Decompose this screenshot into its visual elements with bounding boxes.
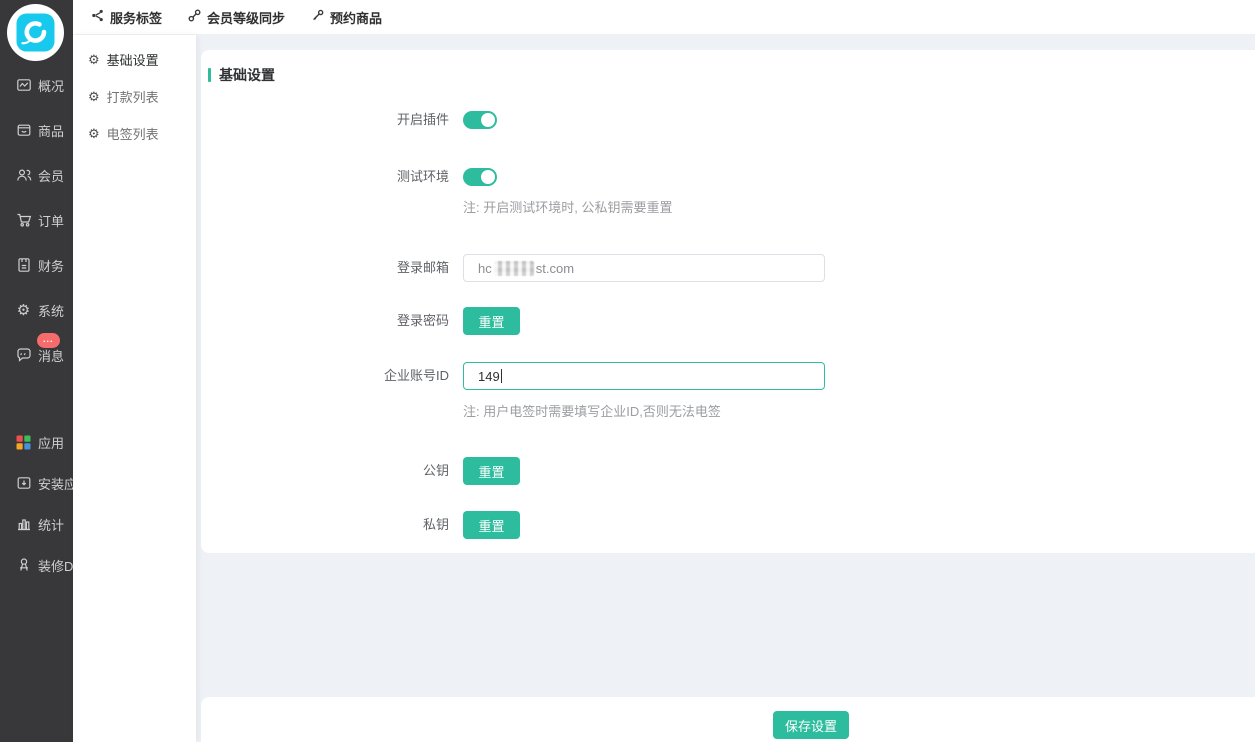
subsidebar-item-label: 打款列表 — [107, 87, 159, 106]
corp-id-label: 企业账号ID — [201, 362, 463, 420]
install-app-icon — [15, 475, 32, 492]
tab-reserved-goods[interactable]: 预约商品 — [311, 8, 382, 27]
members-icon — [15, 167, 32, 184]
message-icon — [15, 347, 32, 364]
subsidebar-item-esign-list[interactable]: ⚙ 电签列表 — [73, 123, 196, 143]
tab-member-level-sync[interactable]: 会员等级同步 — [188, 8, 285, 27]
finance-icon — [15, 257, 32, 274]
right-column: 服务标签 会员等级同步 预约商品 — [73, 0, 1255, 742]
password-reset-button[interactable]: 重置 — [463, 307, 520, 335]
sidebar-item-overview[interactable]: 概况 — [0, 75, 73, 95]
subsidebar-item-label: 基础设置 — [107, 50, 159, 69]
text-caret — [501, 369, 502, 383]
tab-label: 预约商品 — [330, 8, 382, 27]
corp-id-input[interactable]: 149 — [463, 362, 825, 390]
sidebar-item-orders[interactable]: 订单 — [0, 210, 73, 230]
form-row-private-key: 私钥 重置 — [201, 511, 1255, 539]
accent-bar — [208, 68, 211, 82]
password-label: 登录密码 — [201, 307, 463, 335]
email-value-prefix: hc — [478, 261, 492, 276]
sidebar-item-messages[interactable]: 消息 ... — [0, 345, 73, 365]
empty-spacer — [196, 553, 1255, 697]
email-input[interactable]: hc st.com — [463, 254, 825, 282]
sidebar-item-label: 财务 — [38, 256, 64, 275]
email-value-suffix: st.com — [536, 261, 574, 276]
share-icon — [91, 9, 104, 25]
test-env-toggle[interactable] — [463, 168, 497, 186]
public-key-reset-button[interactable]: 重置 — [463, 457, 520, 485]
sidebar-item-system[interactable]: ⚙ 系统 — [0, 300, 73, 320]
sidebar-item-install-apps[interactable]: 安装应用 — [0, 473, 73, 493]
form-row-test-env: 测试环境 注: 开启测试环境时, 公私钥需要重置 — [201, 168, 1255, 216]
tab-service-tags[interactable]: 服务标签 — [91, 8, 162, 27]
overview-icon — [15, 77, 32, 94]
gear-icon: ⚙ — [88, 127, 100, 140]
primary-sidebar: 概况 商品 会员 — [0, 0, 73, 742]
subsidebar-item-payment-list[interactable]: ⚙ 打款列表 — [73, 86, 196, 106]
goods-icon — [15, 122, 32, 139]
save-settings-button[interactable]: 保存设置 — [773, 711, 849, 739]
sidebar-item-finance[interactable]: 财务 — [0, 255, 73, 275]
form-row-plugin: 开启插件 — [201, 111, 1255, 129]
toggle-knob — [481, 113, 495, 127]
sidebar-item-label: 会员 — [38, 166, 64, 185]
sidebar-item-label: 消息 — [38, 346, 64, 365]
sidebar-item-statistics[interactable]: 统计 — [0, 514, 73, 534]
main-panel: 基础设置 开启插件 测试环境 注: 开启测试环境时 — [196, 35, 1255, 742]
diy-icon — [15, 557, 32, 574]
content-row: ⚙ 基础设置 ⚙ 打款列表 ⚙ 电签列表 基础设置 — [73, 35, 1255, 742]
top-tab-bar: 服务标签 会员等级同步 预约商品 — [73, 0, 1255, 35]
sidebar-item-label: 系统 — [38, 301, 64, 320]
sidebar-item-decorate-diy[interactable]: 装修DIY — [0, 555, 73, 575]
system-gear-icon: ⚙ — [15, 302, 32, 319]
app-logo[interactable] — [0, 0, 73, 66]
secondary-sidebar: ⚙ 基础设置 ⚙ 打款列表 ⚙ 电签列表 — [73, 35, 196, 742]
gear-icon: ⚙ — [88, 90, 100, 103]
apps-icon — [15, 434, 32, 451]
form-row-password: 登录密码 重置 — [201, 307, 1255, 335]
sidebar-item-label: 概况 — [38, 76, 64, 95]
sidebar-item-label: 应用 — [38, 433, 64, 452]
tab-label: 服务标签 — [110, 8, 162, 27]
orders-icon — [15, 212, 32, 229]
section-header: 基础设置 — [201, 65, 1255, 85]
test-env-label: 测试环境 — [201, 168, 463, 216]
subsidebar-item-label: 电签列表 — [107, 124, 159, 143]
app-window: 概况 商品 会员 — [0, 0, 1255, 742]
private-key-reset-button[interactable]: 重置 — [463, 511, 520, 539]
censored-text-block — [494, 261, 534, 276]
test-env-note: 注: 开启测试环境时, 公私钥需要重置 — [463, 197, 672, 216]
sidebar-item-label: 订单 — [38, 211, 64, 230]
email-label: 登录邮箱 — [201, 254, 463, 282]
form-row-email: 登录邮箱 hc st.com — [201, 254, 1255, 282]
section-title: 基础设置 — [219, 65, 275, 85]
plugin-toggle[interactable] — [463, 111, 497, 129]
plugin-label: 开启插件 — [201, 111, 463, 129]
sidebar-item-goods[interactable]: 商品 — [0, 120, 73, 140]
basic-settings-card: 基础设置 开启插件 测试环境 注: 开启测试环境时 — [201, 50, 1255, 553]
link-icon — [188, 9, 201, 25]
tab-label: 会员等级同步 — [207, 8, 285, 27]
footer-action-bar: 保存设置 — [201, 697, 1255, 742]
subsidebar-item-basic-settings[interactable]: ⚙ 基础设置 — [73, 49, 196, 69]
sidebar-item-label: 商品 — [38, 121, 64, 140]
gear-icon: ⚙ — [88, 53, 100, 66]
private-key-label: 私钥 — [201, 511, 463, 539]
corp-id-value: 149 — [478, 369, 500, 384]
public-key-label: 公钥 — [201, 457, 463, 485]
sidebar-item-apps[interactable]: 应用 — [0, 432, 73, 452]
key-icon — [311, 9, 324, 25]
form-row-public-key: 公钥 重置 — [201, 457, 1255, 485]
corp-id-note: 注: 用户电签时需要填写企业ID,否则无法电签 — [463, 401, 825, 420]
stats-icon — [15, 516, 32, 533]
form-row-corp-id: 企业账号ID 149 注: 用户电签时需要填写企业ID,否则无法电签 — [201, 362, 1255, 420]
sidebar-item-members[interactable]: 会员 — [0, 165, 73, 185]
brand-logo-icon — [7, 4, 64, 61]
toggle-knob — [481, 170, 495, 184]
sidebar-item-label: 统计 — [38, 515, 64, 534]
message-count-badge: ... — [37, 333, 60, 348]
sidebar-group-apps: 应用 安装应用 统计 — [0, 432, 73, 596]
